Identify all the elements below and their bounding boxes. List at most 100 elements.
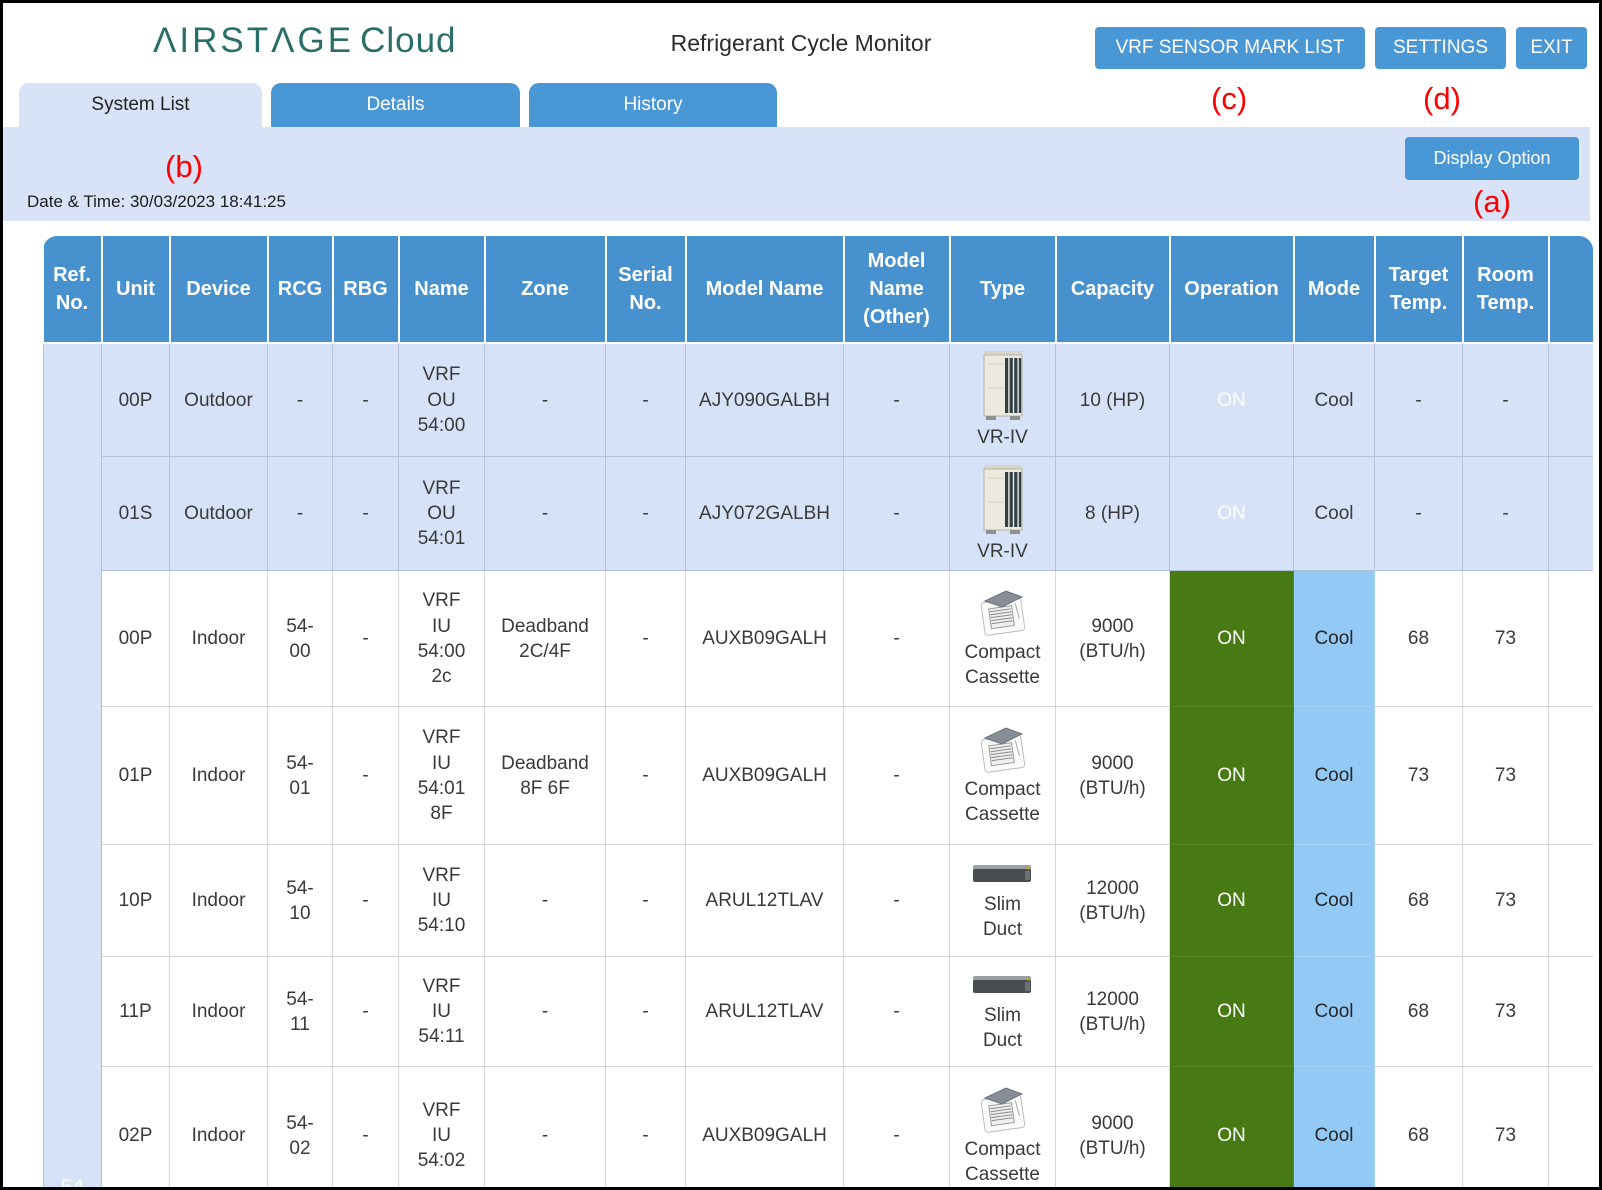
- cell-device: Indoor: [170, 1067, 268, 1190]
- col-header-operation: Operation: [1170, 236, 1294, 343]
- cell-rbg: -: [333, 571, 399, 707]
- app-window: ΛIRSTΛGECloud Refrigerant Cycle Monitor …: [0, 0, 1602, 1190]
- cell-model: AUXB09GALH: [686, 1067, 844, 1190]
- cell-unit: 00P: [102, 343, 170, 457]
- type-label: Slim Duct: [963, 892, 1043, 942]
- table-row-00P-outdoor[interactable]: 5400POutdoor--VRF OU 54:00--AJY090GALBH-…: [44, 343, 1594, 457]
- cell-target_temp: 68: [1375, 957, 1463, 1067]
- cell-capacity: 12000 (BTU/h): [1056, 957, 1170, 1067]
- cell-zone: -: [485, 343, 606, 457]
- cell-type: Slim Duct: [950, 845, 1056, 957]
- cell-zone: -: [485, 457, 606, 571]
- cell-room_temp: 73: [1463, 1067, 1549, 1190]
- cell-mode: Cool: [1294, 707, 1375, 845]
- cell-mode: Cool: [1294, 457, 1375, 571]
- cell-unit: 02P: [102, 1067, 170, 1190]
- cell-room_temp: 73: [1463, 707, 1549, 845]
- cell-name: VRF OU 54:00: [399, 343, 485, 457]
- type-label: Slim Duct: [963, 1003, 1043, 1053]
- cell-unit: 11P: [102, 957, 170, 1067]
- cell-model: AJY072GALBH: [686, 457, 844, 571]
- table-row-02P-indoor[interactable]: 02PIndoor54-02-VRF IU 54:02--AUXB09GALH-…: [44, 1067, 1594, 1190]
- cell-error: Normal: [1549, 1067, 1594, 1190]
- table-row-11P-indoor[interactable]: 11PIndoor54-11-VRF IU 54:11--ARUL12TLAV-…: [44, 957, 1594, 1067]
- cell-zone: Deadband 8F 6F: [485, 707, 606, 845]
- cell-model: AJY090GALBH: [686, 343, 844, 457]
- annotation-d: (d): [1423, 83, 1461, 114]
- datetime-label: Date & Time: 30/03/2023 18:41:25: [27, 192, 286, 212]
- col-header-label: Mode: [1308, 278, 1360, 300]
- table-row-01P-indoor[interactable]: 01PIndoor54-01-VRF IU 54:01 8FDeadband 8…: [44, 707, 1594, 845]
- settings-button[interactable]: SETTINGS: [1375, 27, 1506, 69]
- cell-target_temp: 68: [1375, 1067, 1463, 1190]
- tab-system-list[interactable]: System List: [19, 83, 262, 127]
- cell-model_other: -: [844, 845, 950, 957]
- col-header-target_temp: Target Temp.: [1375, 236, 1463, 343]
- col-header-label: Serial No.: [618, 264, 672, 314]
- cell-rbg: -: [333, 707, 399, 845]
- tab-details[interactable]: Details: [271, 83, 520, 127]
- airstage-cloud-logo: ΛIRSTΛGECloud: [153, 21, 457, 61]
- table-header-row: Ref. No.UnitDeviceRCGRBGNameZoneSerial N…: [44, 236, 1594, 343]
- table-row-00P-indoor[interactable]: 00PIndoor54-00-VRF IU 54:00 2cDeadband 2…: [44, 571, 1594, 707]
- col-header-unit: Unit: [102, 236, 170, 343]
- cell-capacity: 9000 (BTU/h): [1056, 571, 1170, 707]
- top-button-group: VRF SENSOR MARK LIST SETTINGS EXIT: [1095, 27, 1587, 69]
- cell-type: Compact Cassette: [950, 571, 1056, 707]
- cell-capacity: 12000 (BTU/h): [1056, 845, 1170, 957]
- cell-room_temp: 73: [1463, 845, 1549, 957]
- col-header-serial: Serial No.: [606, 236, 686, 343]
- cell-device: Indoor: [170, 957, 268, 1067]
- col-header-label: Target Temp.: [1389, 264, 1449, 314]
- vrf-sensor-mark-list-button[interactable]: VRF SENSOR MARK LIST: [1095, 27, 1365, 69]
- cell-name: VRF IU 54:02: [399, 1067, 485, 1190]
- cell-target_temp: 68: [1375, 845, 1463, 957]
- cell-type: Slim Duct: [950, 957, 1056, 1067]
- display-option-button[interactable]: Display Option: [1405, 137, 1579, 180]
- cell-device: Indoor: [170, 707, 268, 845]
- col-header-label: Room Temp.: [1477, 264, 1534, 314]
- cell-serial: -: [606, 845, 686, 957]
- cell-target_temp: -: [1375, 343, 1463, 457]
- col-header-label: Operation: [1184, 278, 1278, 300]
- col-header-label: Name: [414, 278, 468, 300]
- cell-model: ARUL12TLAV: [686, 957, 844, 1067]
- col-header-label: Unit: [116, 278, 155, 300]
- cell-error: Normal: [1549, 571, 1594, 707]
- type-label: Compact Cassette: [963, 1137, 1043, 1187]
- col-header-label: RCG: [278, 278, 322, 300]
- cell-rcg: -: [268, 457, 333, 571]
- col-header-zone: Zone: [485, 236, 606, 343]
- col-header-mode: Mode: [1294, 236, 1375, 343]
- col-header-model_other: Model Name (Other): [844, 236, 950, 343]
- cell-error: Normal: [1549, 343, 1594, 457]
- table-row-10P-indoor[interactable]: 10PIndoor54-10-VRF IU 54:10--ARUL12TLAV-…: [44, 845, 1594, 957]
- annotation-a: (a): [1473, 186, 1511, 217]
- cell-model_other: -: [844, 571, 950, 707]
- table-row-01S-outdoor[interactable]: 01SOutdoor--VRF OU 54:01--AJY072GALBH-VR…: [44, 457, 1594, 571]
- col-header-device: Device: [170, 236, 268, 343]
- cell-rcg: 54-11: [268, 957, 333, 1067]
- cell-type: VR-IV: [950, 457, 1056, 571]
- cell-capacity: 9000 (BTU/h): [1056, 707, 1170, 845]
- cell-rcg: 54-02: [268, 1067, 333, 1190]
- cell-error: Normal: [1549, 707, 1594, 845]
- cell-target_temp: -: [1375, 457, 1463, 571]
- cell-rbg: -: [333, 457, 399, 571]
- cell-device: Indoor: [170, 571, 268, 707]
- col-header-label: Device: [186, 278, 251, 300]
- cell-device: Outdoor: [170, 457, 268, 571]
- cell-zone: -: [485, 957, 606, 1067]
- tab-history[interactable]: History: [529, 83, 777, 127]
- compact-cassette-icon: [955, 1084, 1050, 1134]
- cell-operation: ON: [1170, 571, 1294, 707]
- cell-operation: ON: [1170, 845, 1294, 957]
- cell-model_other: -: [844, 343, 950, 457]
- cell-operation: ON: [1170, 1067, 1294, 1190]
- cell-serial: -: [606, 707, 686, 845]
- exit-button[interactable]: EXIT: [1516, 27, 1587, 69]
- cell-error: Normal: [1549, 957, 1594, 1067]
- cell-operation: ON: [1170, 707, 1294, 845]
- col-header-label: RBG: [343, 278, 387, 300]
- cell-serial: -: [606, 457, 686, 571]
